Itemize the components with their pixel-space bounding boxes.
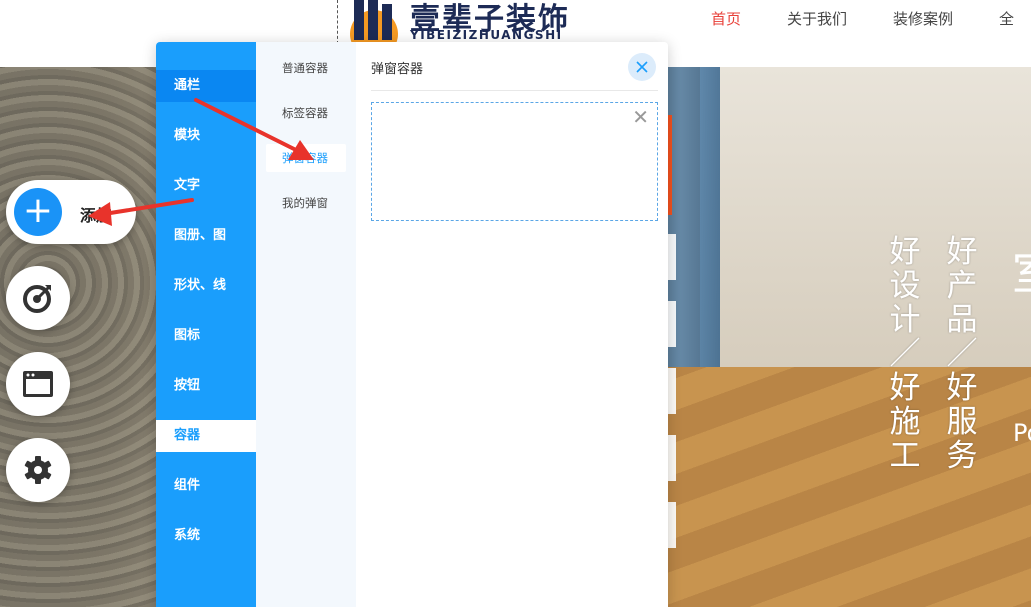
category-item-button[interactable]: 按钮 [156,370,256,402]
subcategory-item-my-popup[interactable]: 我的弹窗 [266,189,346,217]
category-item-shape[interactable]: 形状、线 [156,270,256,302]
page-button[interactable] [6,352,70,416]
add-component-panel: 通栏 模块 文字 图册、图 形状、线 图标 按钮 容器 组件 系统 普通容器 标… [156,42,668,607]
site-logo[interactable]: 壹辈子装饰 YIBEIZIZHUANGSHI [337,0,597,44]
subcategory-list: 普通容器 标签容器 弹窗容器 我的弹窗 [256,42,356,607]
category-item-module[interactable]: 模块 [156,120,256,152]
hero-window [700,67,1031,367]
content-title: 弹窗容器 [371,62,424,77]
category-item-icon[interactable]: 图标 [156,320,256,352]
hero-po-text: Po [1013,419,1031,447]
hero-stone-wall [0,67,160,607]
main-nav: 首页 关于我们 装修案例 全 [711,8,1014,29]
nav-about[interactable]: 关于我们 [787,8,847,29]
add-button-label: 添加 [80,206,113,225]
subcategory-item-popup-container[interactable]: 弹窗容器 [266,144,346,172]
popup-close-icon: ✕ [632,105,649,129]
hero-big-char: 室 [1012,237,1031,303]
category-item-container[interactable]: 容器 [156,420,256,452]
window-icon [23,371,53,397]
category-item-banner[interactable]: 通栏 [156,70,256,102]
subcategory-item-normal-container[interactable]: 普通容器 [266,54,346,82]
theme-button[interactable] [6,266,70,330]
close-panel-button[interactable] [628,53,656,81]
content-divider [371,90,658,91]
popup-container-preview[interactable]: ✕ [371,102,658,221]
subcategory-item-tab-container[interactable]: 标签容器 [266,99,346,127]
category-item-system[interactable]: 系统 [156,520,256,552]
category-item-text[interactable]: 文字 [156,170,256,202]
component-content: 弹窗容器 ✕ [356,42,668,607]
settings-button[interactable] [6,438,70,502]
gear-icon [24,456,52,484]
nav-more[interactable]: 全 [999,8,1014,29]
nav-cases[interactable]: 装修案例 [893,8,953,29]
add-button[interactable]: + 添加 [6,180,136,244]
slogan-column-2: 好产品／好服务 [946,234,978,474]
category-list: 通栏 模块 文字 图册、图 形状、线 图标 按钮 容器 组件 系统 [156,42,256,607]
logo-subtitle: YIBEIZIZHUANGSHI [410,28,563,42]
plus-icon: + [14,188,62,236]
close-icon [636,61,648,73]
slogan-column-1: 好设计／好施工 [889,234,921,474]
target-icon [23,285,51,313]
category-item-gallery[interactable]: 图册、图 [156,220,256,252]
logo-building-icon [350,0,398,44]
category-item-widget[interactable]: 组件 [156,470,256,502]
nav-home[interactable]: 首页 [711,8,741,29]
